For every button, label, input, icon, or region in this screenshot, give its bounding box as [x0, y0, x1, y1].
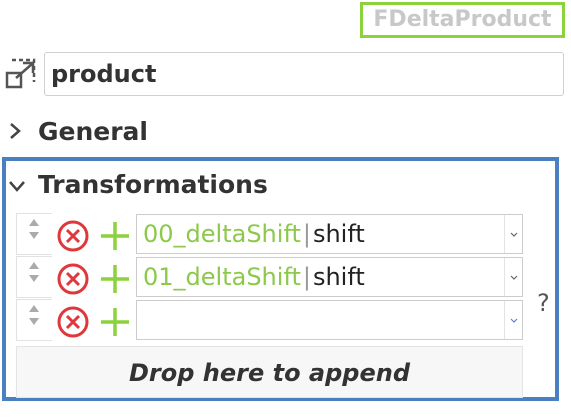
list-item: 01_deltaShift|shift [16, 256, 523, 299]
chevron-down-icon [8, 169, 32, 205]
function-name: 00_deltaShift [143, 220, 301, 248]
chevron-down-icon [510, 232, 518, 237]
separator [143, 306, 147, 334]
sort-handle[interactable] [16, 213, 52, 255]
section-general-label: General [38, 117, 148, 146]
open-in-window-icon[interactable] [4, 58, 38, 92]
section-general[interactable]: General [8, 114, 148, 150]
sort-arrows-icon [29, 305, 39, 325]
transformation-select[interactable]: 01_deltaShift|shift [136, 257, 523, 297]
sort-handle[interactable] [16, 256, 52, 298]
sort-handle[interactable] [16, 299, 52, 341]
dropdown-button[interactable] [504, 301, 522, 339]
transformation-select[interactable]: 00_deltaShift|shift [136, 214, 523, 254]
drop-zone[interactable]: Drop here to append [16, 346, 523, 398]
list-item: 00_deltaShift|shift [16, 213, 523, 256]
plus-icon[interactable] [98, 262, 132, 296]
delete-circle-x-icon[interactable] [56, 262, 90, 296]
dropdown-button[interactable] [504, 215, 522, 253]
transformation-type: shift [312, 220, 365, 248]
transformation-type: shift [312, 263, 365, 291]
transformation-select[interactable] [136, 300, 523, 340]
chevron-right-icon [8, 116, 32, 152]
plus-icon[interactable] [98, 219, 132, 253]
name-row: product [4, 52, 568, 98]
sort-arrows-icon [29, 262, 39, 282]
node-type-label: FDeltaProduct [360, 2, 565, 38]
function-name: 01_deltaShift [143, 263, 301, 291]
sort-arrows-icon [29, 219, 39, 239]
separator: | [302, 263, 311, 291]
chevron-down-icon [510, 318, 518, 323]
chevron-down-icon [510, 275, 518, 280]
section-transformations-label: Transformations [38, 170, 268, 199]
separator: | [302, 220, 311, 248]
plus-icon[interactable] [98, 305, 132, 339]
transformations-list: 00_deltaShift|shift 01_deltaShift|shift [16, 213, 523, 342]
delete-circle-x-icon[interactable] [56, 219, 90, 253]
delete-circle-x-icon[interactable] [56, 305, 90, 339]
list-item [16, 299, 523, 342]
section-transformations[interactable]: Transformations [8, 167, 268, 203]
help-icon[interactable]: ? [537, 289, 550, 317]
dropdown-button[interactable] [504, 258, 522, 296]
name-input[interactable]: product [44, 52, 564, 96]
